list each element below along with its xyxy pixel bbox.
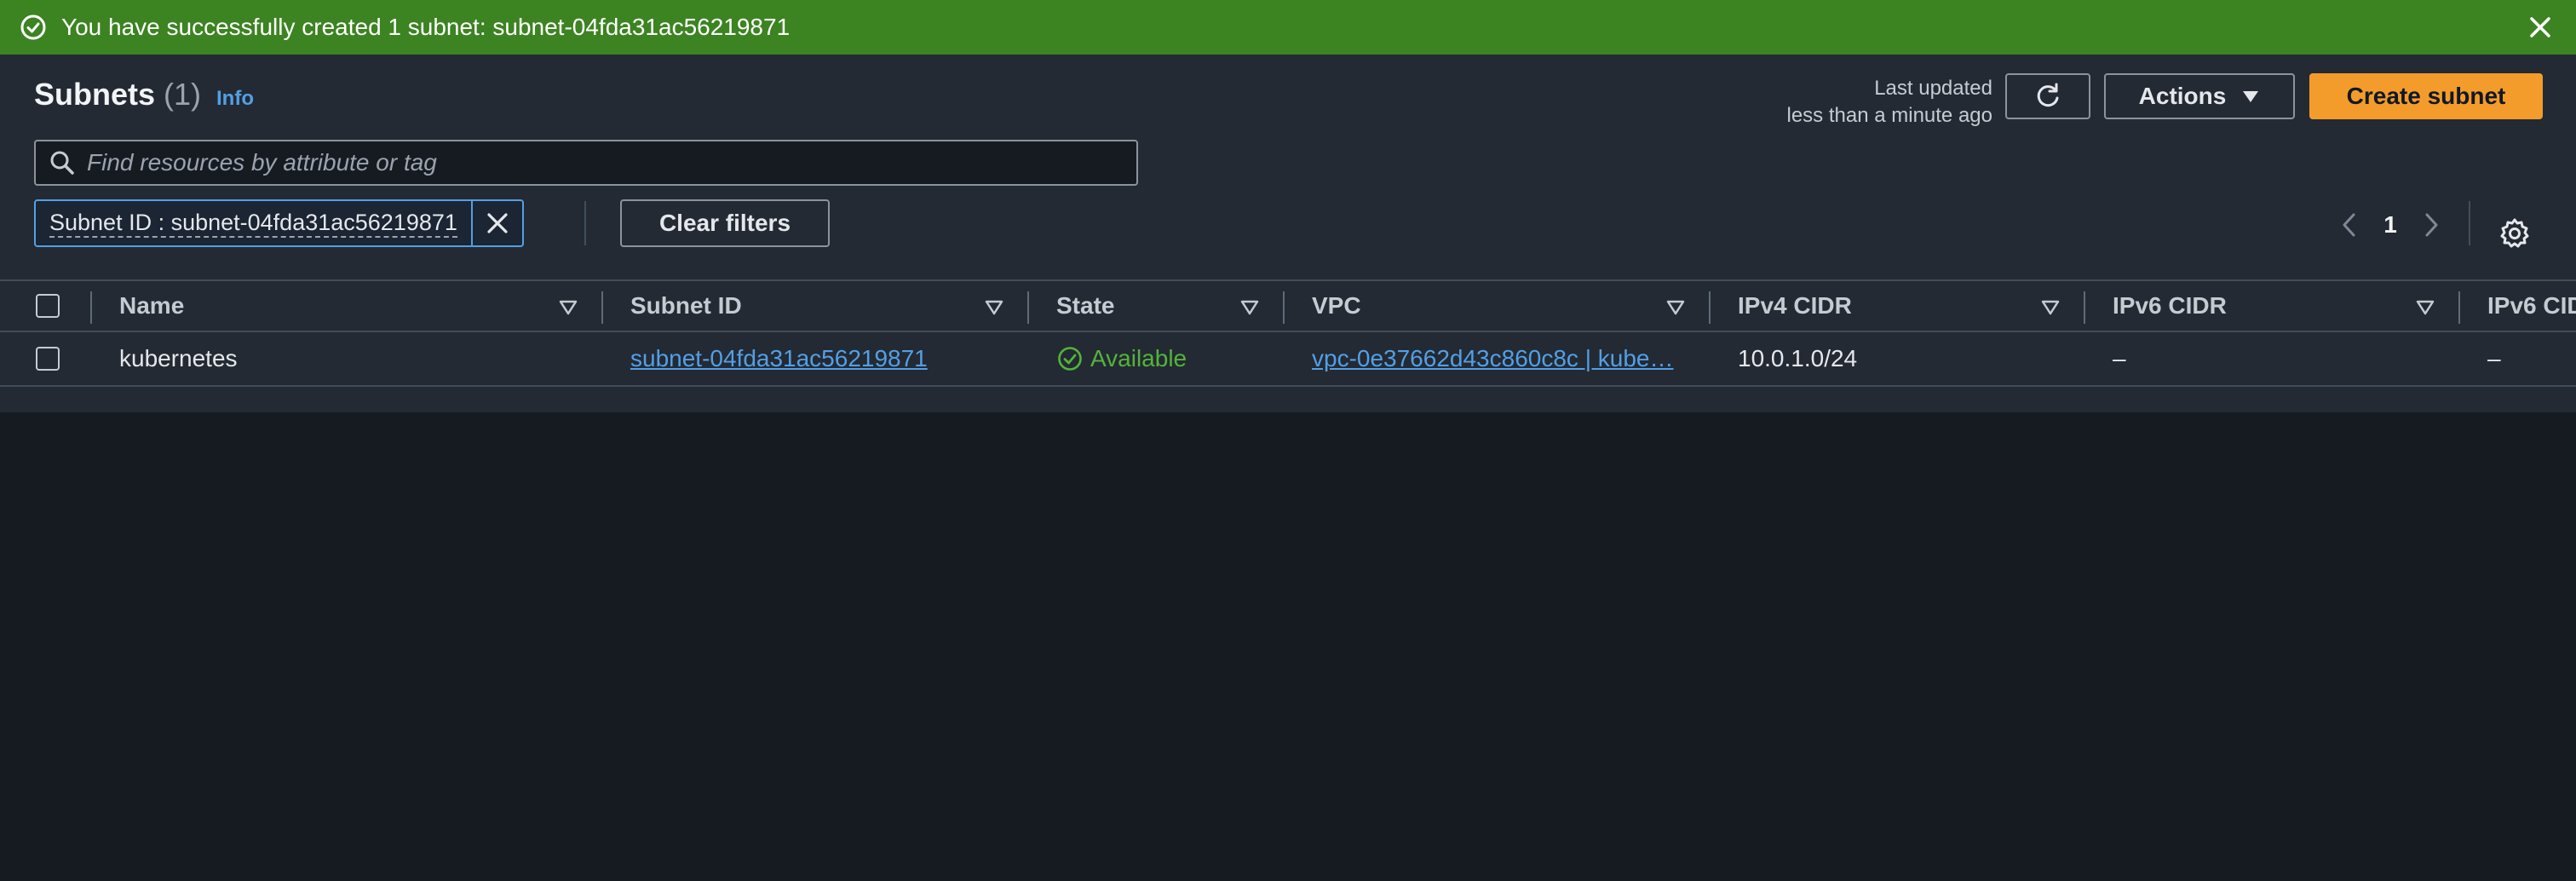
filter-token-label[interactable]: Subnet ID : subnet-04fda31ac56219871: [36, 201, 473, 245]
last-updated: Last updated less than a minute ago: [1787, 75, 1993, 130]
cell-subnet-id: subnet-04fda31ac56219871: [630, 332, 1014, 385]
next-page-icon[interactable]: [2414, 208, 2448, 242]
column-header-state[interactable]: State: [1056, 281, 1261, 331]
column-divider: [2458, 291, 2460, 324]
gear-icon[interactable]: [2498, 216, 2532, 250]
column-divider: [1027, 291, 1029, 324]
success-check-icon: [19, 13, 48, 42]
cell-state: Available: [1056, 332, 1278, 385]
table-row[interactable]: kubernetes subnet-04fda31ac56219871 Avai…: [0, 332, 2576, 387]
remove-filter-icon[interactable]: [473, 201, 522, 245]
sort-icon[interactable]: [2041, 298, 2060, 321]
actions-dropdown-button[interactable]: Actions: [2104, 73, 2295, 119]
column-header-ipv6-cid[interactable]: IPv6 CID: [2487, 281, 2576, 331]
search-input[interactable]: [87, 141, 1136, 184]
select-all-checkbox[interactable]: [36, 294, 60, 318]
filter-token: Subnet ID : subnet-04fda31ac56219871: [34, 199, 524, 247]
column-header-vpc[interactable]: VPC: [1312, 281, 1653, 331]
create-subnet-button[interactable]: Create subnet: [2309, 73, 2543, 119]
cell-ipv6-cid: –: [2487, 345, 2501, 371]
column-divider: [1709, 291, 1711, 324]
filter-divider: [584, 201, 586, 245]
sort-icon[interactable]: [1240, 298, 1259, 321]
previous-page-icon[interactable]: [2332, 208, 2366, 242]
actions-label: Actions: [2138, 83, 2227, 109]
search-bar[interactable]: [34, 140, 1138, 186]
table-header: Name Subnet ID State VPC IPv4 CIDR IPv6 …: [0, 279, 2576, 332]
subnet-id-link[interactable]: subnet-04fda31ac56219871: [630, 345, 928, 372]
column-header-name[interactable]: Name: [119, 281, 596, 331]
page-title-text: Subnets: [34, 77, 156, 112]
sort-icon[interactable]: [559, 298, 578, 321]
column-header-ipv6-cidr[interactable]: IPv6 CIDR: [2113, 281, 2419, 331]
column-header-ipv4-cidr[interactable]: IPv4 CIDR: [1738, 281, 2044, 331]
column-header-subnet-id[interactable]: Subnet ID: [630, 281, 1005, 331]
refresh-icon: [2033, 81, 2063, 112]
row-checkbox[interactable]: [36, 347, 60, 371]
info-link[interactable]: Info: [216, 87, 254, 111]
refresh-button[interactable]: [2005, 73, 2090, 119]
subnet-count: (1): [164, 77, 202, 112]
caret-down-icon: [2241, 87, 2260, 106]
column-divider: [2084, 291, 2085, 324]
cell-name: kubernetes: [119, 345, 238, 371]
pagination-divider: [2469, 201, 2470, 245]
column-divider: [601, 291, 603, 324]
last-updated-line1: Last updated: [1874, 77, 1992, 100]
flash-message: You have successfully created 1 subnet: …: [61, 14, 791, 40]
last-updated-line2: less than a minute ago: [1786, 104, 1993, 127]
available-check-icon: [1056, 345, 1084, 372]
vpc-link[interactable]: vpc-0e37662d43c860c8c | kube…: [1312, 345, 1673, 372]
sort-icon[interactable]: [985, 298, 1003, 321]
pagination: 1: [2332, 208, 2448, 242]
cell-ipv6-cidr: –: [2113, 345, 2126, 371]
page-number[interactable]: 1: [2366, 211, 2414, 239]
success-flash-bar: You have successfully created 1 subnet: …: [0, 0, 2576, 55]
cell-ipv4-cidr: 10.0.1.0/24: [1738, 345, 1858, 371]
cell-vpc: vpc-0e37662d43c860c8c | kube…: [1312, 332, 1687, 385]
column-divider: [1283, 291, 1285, 324]
state-text: Available: [1090, 345, 1187, 371]
close-icon[interactable]: [2525, 12, 2556, 43]
status-badge: Available: [1056, 345, 1187, 372]
clear-filters-button[interactable]: Clear filters: [620, 199, 830, 247]
sort-icon[interactable]: [2416, 298, 2435, 321]
search-icon: [48, 148, 77, 177]
table-footer-band: [0, 389, 2576, 412]
page-title: Subnets (1) Info: [34, 77, 254, 112]
column-divider: [90, 291, 92, 324]
sort-icon[interactable]: [1666, 298, 1685, 321]
